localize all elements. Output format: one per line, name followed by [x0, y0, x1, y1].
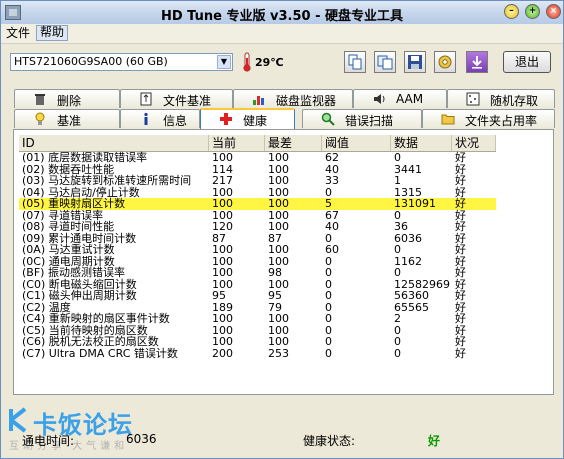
tab-label: 删除 — [57, 94, 82, 108]
status-footer: 卡饭论坛 互助分享 大气谦和 通电时间: 6036 健康状态: 好 — [1, 397, 563, 458]
health-status-value: 好 — [428, 434, 441, 448]
tab-label: 健康 — [243, 114, 268, 128]
tab-file-benchmark[interactable]: 文件基准 — [120, 89, 233, 108]
tab-folder-usage[interactable]: 文件夹占用率 — [422, 109, 555, 128]
status-value: 好 — [455, 346, 466, 360]
watermark-logo — [9, 407, 27, 433]
power-on-time-label: 通电时间: — [22, 434, 75, 448]
table-body: (01) 底层数据读取错误率 100 100 62 0 好 (02) 数据吞吐性能 114 10… — [19, 151, 496, 360]
tab-info[interactable]: 信息 — [120, 109, 200, 128]
threshold-value: 0 — [325, 346, 332, 360]
chevron-down-icon[interactable]: ▼ — [217, 55, 231, 69]
copy-screen-icon — [377, 55, 393, 70]
floppy-disk-icon — [408, 55, 422, 69]
tab-random-access[interactable]: 随机存取 — [447, 89, 555, 108]
tab-erase[interactable]: 删除 — [14, 89, 120, 108]
table-header: ID 当前 最差 阈值 数据 状况 — [19, 135, 496, 152]
minimize-button[interactable]: – — [504, 4, 519, 19]
power-on-time-value: 6036 — [126, 432, 157, 446]
benchmark-icon — [33, 112, 47, 126]
info-icon — [139, 112, 153, 126]
tab-disk-monitor[interactable]: 磁盘监视器 — [233, 89, 353, 108]
tab-benchmark[interactable]: 基准 — [14, 109, 120, 128]
tab-label: 磁盘监视器 — [276, 94, 337, 108]
raw-data-value: 0 — [394, 346, 401, 360]
download-button[interactable] — [466, 51, 488, 73]
file-benchmark-icon — [139, 92, 153, 106]
app-window: HD Tune 专业版 v3.50 - 硬盘专业工具 – + × 文件 帮助 H… — [0, 0, 564, 459]
temperature-readout: 29℃ — [255, 56, 284, 69]
column-header-status[interactable]: 状况 — [452, 135, 496, 151]
menu-file[interactable]: 文件 — [3, 26, 33, 41]
save-button[interactable] — [404, 51, 426, 73]
smart-table[interactable]: ID 当前 最差 阈值 数据 状况 (01) 底层数据读取错误率 100 100 62… — [19, 135, 496, 360]
menu-bar: 文件 帮助 — [1, 24, 563, 44]
download-arrow-icon — [472, 56, 482, 69]
close-button[interactable]: × — [546, 4, 561, 19]
health-status-label: 健康状态: — [303, 434, 356, 448]
drive-select-value: HTS721060G9SA00 (60 GB) — [14, 55, 168, 68]
tab-error-scan[interactable]: 错误扫描 — [302, 109, 422, 128]
wrench-icon — [438, 55, 452, 69]
disk-monitor-icon — [252, 92, 266, 106]
window-title: HD Tune 专业版 v3.50 - 硬盘专业工具 — [160, 9, 403, 24]
trash-icon — [33, 92, 47, 106]
health-panel: ID 当前 最差 阈值 数据 状况 (01) 底层数据读取错误率 100 100 62… — [13, 129, 554, 395]
folder-icon — [441, 112, 455, 126]
copy-info-button[interactable] — [344, 51, 366, 73]
options-button[interactable] — [434, 51, 456, 73]
menu-help[interactable]: 帮助 — [36, 25, 69, 41]
column-header-worst[interactable]: 最差 — [265, 135, 322, 151]
speaker-icon — [372, 92, 386, 106]
title-bar[interactable]: HD Tune 专业版 v3.50 - 硬盘专业工具 – + × — [1, 1, 563, 24]
table-row[interactable]: (C7) Ultra DMA CRC 错误计数 200 253 0 0 好 — [19, 346, 496, 360]
tab-label: 错误扫描 — [345, 114, 394, 128]
tab-label: 信息 — [163, 114, 188, 128]
copy-screenshot-button[interactable] — [374, 51, 396, 73]
worst-value: 253 — [268, 346, 289, 360]
column-header-data[interactable]: 数据 — [391, 135, 452, 151]
drive-select[interactable]: HTS721060G9SA00 (60 GB) ▼ — [10, 53, 233, 71]
exit-button[interactable]: 退出 — [503, 51, 551, 73]
current-value: 200 — [212, 346, 233, 360]
tab-health[interactable]: 健康 — [200, 108, 295, 129]
tab-label: 随机存取 — [490, 94, 539, 108]
attribute-id: (C7) Ultra DMA CRC 错误计数 — [22, 346, 178, 360]
magnifier-icon — [321, 112, 335, 126]
thermometer-icon — [243, 52, 251, 72]
maximize-button[interactable]: + — [525, 4, 540, 19]
tab-label: 文件基准 — [163, 94, 212, 108]
tab-aam[interactable]: AAM — [353, 89, 447, 108]
tab-label: 文件夹占用率 — [465, 114, 538, 128]
column-header-current[interactable]: 当前 — [209, 135, 265, 151]
tab-label: 基准 — [57, 114, 82, 128]
random-access-icon — [466, 92, 480, 106]
column-header-id[interactable]: ID — [19, 135, 209, 151]
tab-row-1: 删除 文件基准 磁盘监视器 AAM 随机存取 — [14, 89, 555, 109]
tab-row-2: 基准 信息 健康 错误扫描 文件夹占用率 — [14, 108, 555, 129]
tab-label: AAM — [396, 92, 424, 106]
copy-icon — [348, 54, 362, 70]
health-icon — [219, 112, 233, 126]
column-header-threshold[interactable]: 阈值 — [322, 135, 391, 151]
